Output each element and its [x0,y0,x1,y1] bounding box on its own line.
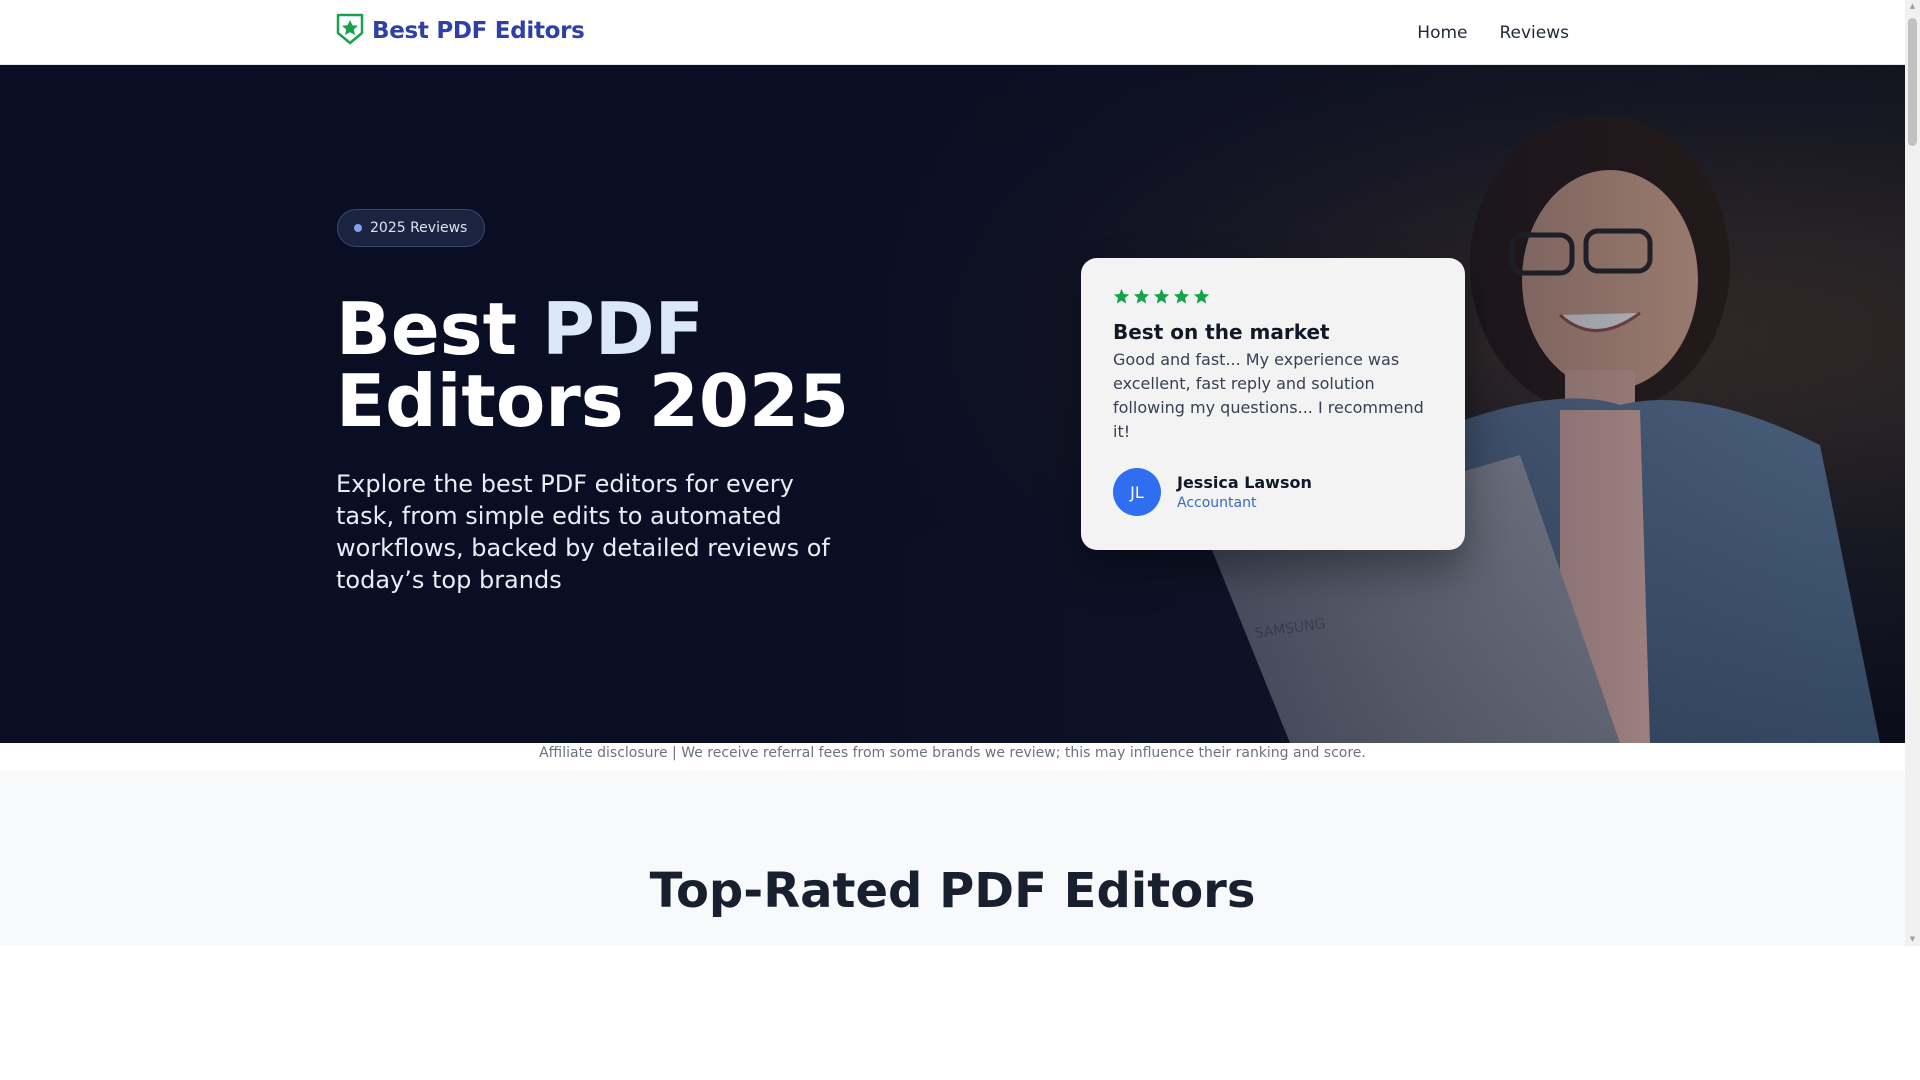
site-logo[interactable]: Best PDF Editors [336,13,585,49]
scroll-thumb[interactable] [1908,18,1917,146]
star-rating [1113,288,1433,308]
affiliate-disclosure: Affiliate disclosure | We receive referr… [0,743,1905,771]
hero-section: SAMSUNG 2025 Reviews Best PDF Editors 20… [0,65,1905,743]
main-nav: Home Reviews [1417,0,1569,65]
top-rated-section: Top-Rated PDF Editors [0,771,1905,946]
page-scrollbar[interactable]: ▲ ▼ [1905,0,1920,946]
reviewer-name: Jessica Lawson [1177,473,1312,492]
review-text: Good and fast... My experience was excel… [1113,350,1424,441]
reviewer: JL Jessica Lawson Accountant [1113,468,1433,516]
avatar: JL [1113,468,1161,516]
review-title: Best on the market [1113,320,1330,344]
nav-home-link[interactable]: Home [1417,23,1467,43]
logo-text: Best PDF Editors [372,18,585,44]
star-icon [1153,288,1170,308]
star-icon [1193,288,1210,308]
star-icon [1113,288,1130,308]
badge-dot-icon [354,224,362,232]
testimonial-card: Best on the market Good and fast... My e… [1081,258,1465,550]
site-header: Best PDF Editors Home Reviews [0,0,1905,65]
nav-reviews-link[interactable]: Reviews [1499,23,1569,43]
badge-label: 2025 Reviews [370,220,468,236]
section-title: Top-Rated PDF Editors [649,863,1256,919]
shield-star-icon [336,13,364,49]
hero-title-part2: Editors 2025 [336,359,850,443]
scroll-up-arrow-icon[interactable]: ▲ [1909,3,1916,10]
year-badge: 2025 Reviews [337,209,486,247]
reviewer-role: Accountant [1177,495,1257,511]
scroll-down-arrow-icon[interactable]: ▼ [1909,936,1916,943]
hero-subtitle: Explore the best PDF editors for every t… [336,470,830,594]
star-icon [1133,288,1150,308]
star-icon [1173,288,1190,308]
hero-title: Best PDF Editors 2025 [336,293,956,437]
